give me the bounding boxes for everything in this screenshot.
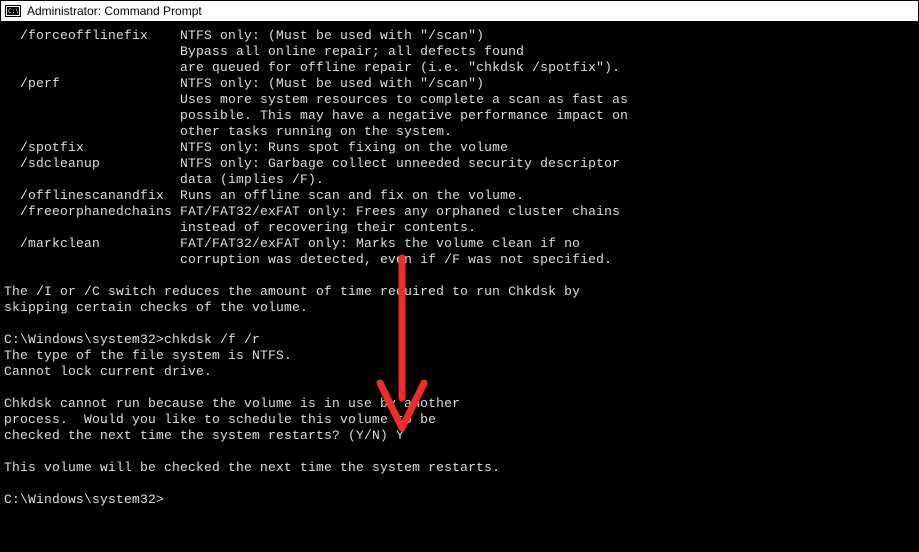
help-note: skipping certain checks of the volume. [4, 300, 308, 315]
prompt: C:\Windows\system32> [4, 332, 164, 347]
help-line: /freeorphanedchains FAT/FAT32/exFAT only… [4, 204, 620, 219]
help-line: other tasks running on the system. [4, 124, 452, 139]
output-line: The type of the file system is NTFS. [4, 348, 292, 363]
help-line: /offlinescanandfix Runs an offline scan … [4, 188, 524, 203]
window-titlebar[interactable]: C:\ Administrator: Command Prompt [0, 0, 919, 22]
window-title: Administrator: Command Prompt [27, 4, 202, 18]
output-line: This volume will be checked the next tim… [4, 460, 500, 475]
help-line: /perf NTFS only: (Must be used with "/sc… [4, 76, 484, 91]
help-line: /spotfix NTFS only: Runs spot fixing on … [4, 140, 508, 155]
help-line: instead of recovering their contents. [4, 220, 476, 235]
output-line: Chkdsk cannot run because the volume is … [4, 396, 460, 411]
help-line: Uses more system resources to complete a… [4, 92, 628, 107]
output-line: process. Would you like to schedule this… [4, 412, 436, 427]
help-note: The /I or /C switch reduces the amount o… [4, 284, 580, 299]
command-input: chkdsk /f /r [164, 332, 260, 347]
help-line: are queued for offline repair (i.e. "chk… [4, 60, 620, 75]
help-line: /sdcleanup NTFS only: Garbage collect un… [4, 156, 620, 171]
terminal-output[interactable]: /forceofflinefix NTFS only: (Must be use… [0, 22, 919, 512]
help-line: /forceofflinefix NTFS only: (Must be use… [4, 28, 484, 43]
prompt: C:\Windows\system32> [4, 492, 164, 507]
user-answer: Y [396, 428, 404, 443]
output-line: Cannot lock current drive. [4, 364, 212, 379]
cmd-icon: C:\ [5, 4, 21, 18]
help-line: corruption was detected, even if /F was … [4, 252, 612, 267]
help-line: possible. This may have a negative perfo… [4, 108, 628, 123]
help-line: data (implies /F). [4, 172, 324, 187]
help-line: Bypass all online repair; all defects fo… [4, 44, 524, 59]
help-line: /markclean FAT/FAT32/exFAT only: Marks t… [4, 236, 580, 251]
output-line: checked the next time the system restart… [4, 428, 396, 443]
svg-text:C:\: C:\ [8, 8, 19, 15]
